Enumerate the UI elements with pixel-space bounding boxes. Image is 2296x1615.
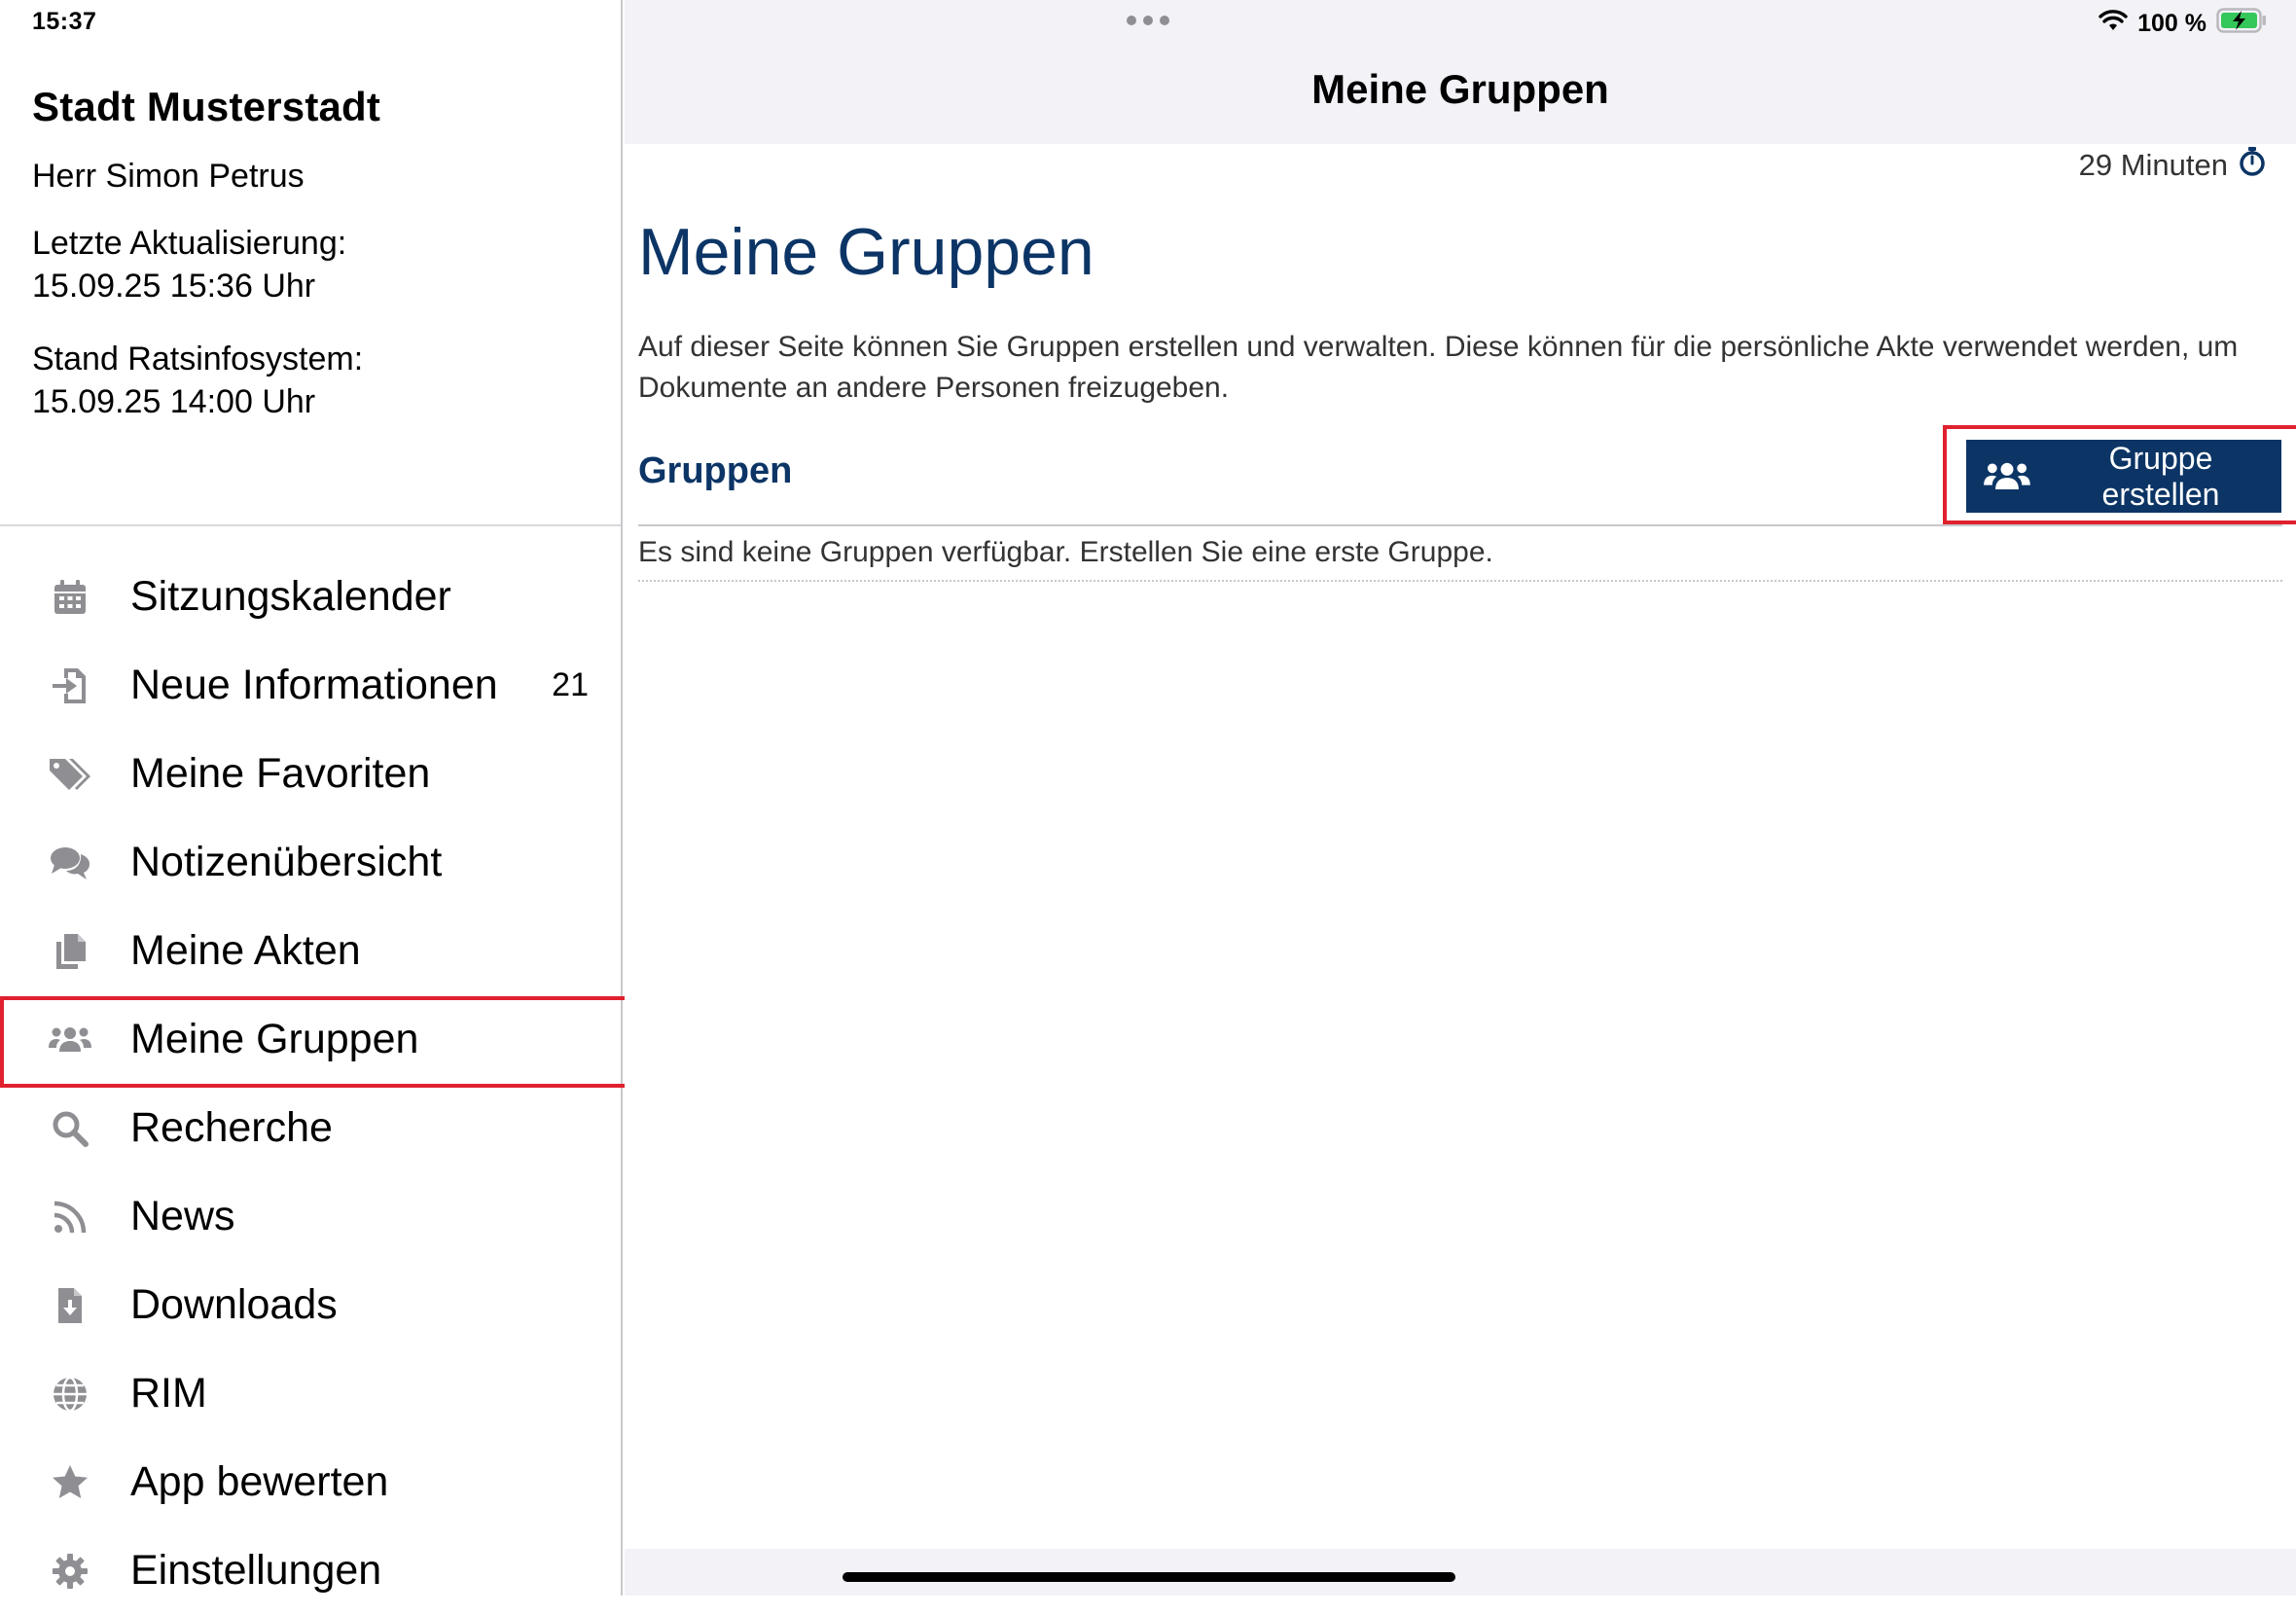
section-title: Gruppen: [638, 450, 793, 491]
gear-icon: [47, 1548, 93, 1595]
page-description: Auf dieser Seite können Sie Gruppen erst…: [638, 331, 2239, 404]
sidebar-item-app-bewerten[interactable]: App bewerten: [0, 1438, 621, 1526]
create-group-label: Gruppe erstellen: [2101, 440, 2220, 512]
ris-status-label: Stand Ratsinfosystem:: [32, 341, 364, 377]
section-divider: [638, 524, 2282, 526]
calendar-icon: [47, 574, 93, 621]
last-update-value: 15.09.25 15:36 Uhr: [32, 268, 316, 305]
star-icon: [47, 1459, 93, 1506]
sidebar-item-recherche[interactable]: Recherche: [0, 1084, 621, 1172]
status-indicators: 100 %: [2099, 8, 2267, 40]
sidebar-item-meine-favoriten[interactable]: Meine Favoriten: [0, 730, 621, 818]
sidebar-item-meine-akten[interactable]: Meine Akten: [0, 907, 621, 995]
org-name: Stadt Musterstadt: [32, 84, 381, 129]
session-timer-text: 29 Minuten: [2078, 148, 2228, 182]
session-timer: 29 Minuten: [2079, 146, 2267, 185]
sidebar-item-label: News: [130, 1193, 235, 1239]
sidebar-item-label: Notizenübersicht: [130, 839, 443, 885]
sidebar-item-label: RIM: [130, 1370, 207, 1417]
sidebar-item-einstellungen[interactable]: Einstellungen: [0, 1526, 621, 1615]
sidebar-item-meine-gruppen[interactable]: Meine Gruppen: [0, 995, 632, 1088]
create-group-button[interactable]: Gruppe erstellen: [1966, 440, 2281, 513]
stopwatch-icon: [2238, 146, 2267, 185]
main-content: 100 % Meine Gruppen 29 Minuten Meine Gru…: [625, 0, 2296, 1596]
battery-charging-icon: [2216, 8, 2267, 40]
users-icon: [47, 1017, 93, 1063]
file-download-icon: [47, 1282, 93, 1329]
sidebar-item-label: Einstellungen: [130, 1547, 382, 1594]
sidebar-item-sitzungskalender[interactable]: Sitzungskalender: [0, 553, 621, 641]
page-title: Meine Gruppen: [638, 215, 1094, 289]
status-time: 15:37: [32, 8, 97, 35]
navigation-header: 100 % Meine Gruppen: [625, 0, 2296, 144]
copy-icon: [47, 928, 93, 975]
sidebar-item-label: Neue Informationen: [130, 662, 498, 708]
home-indicator[interactable]: [843, 1572, 1455, 1582]
nav-header-title: Meine Gruppen: [1311, 66, 1609, 112]
ris-status-value: 15.09.25 14:00 Uhr: [32, 383, 316, 420]
rss-icon: [47, 1194, 93, 1240]
sidebar-item-label: Recherche: [130, 1104, 333, 1151]
ris-status-info: Stand Ratsinfosystem: 15.09.25 14:00 Uhr: [32, 338, 363, 423]
sidebar-item-label: Meine Favoriten: [130, 750, 431, 797]
globe-icon: [47, 1371, 93, 1418]
empty-state-divider: [638, 580, 2282, 582]
import-icon: [47, 663, 93, 709]
last-update-info: Letzte Aktualisierung: 15.09.25 15:36 Uh…: [32, 222, 346, 307]
sidebar-item-label: Downloads: [130, 1281, 338, 1328]
user-name: Herr Simon Petrus: [32, 158, 305, 195]
multitasking-dots-icon[interactable]: [1127, 16, 1169, 25]
bottom-bar: [625, 1549, 2296, 1596]
users-icon: [1982, 455, 2032, 498]
sidebar-item-news[interactable]: News: [0, 1172, 621, 1261]
battery-percentage: 100 %: [2137, 10, 2206, 37]
sidebar-item-label: Meine Akten: [130, 927, 361, 974]
sidebar-nav: Sitzungskalender Neue Informationen 21 M…: [0, 553, 632, 1615]
sidebar: 15:37 Stadt Musterstadt Herr Simon Petru…: [0, 0, 632, 1596]
sidebar-item-rim[interactable]: RIM: [0, 1349, 621, 1438]
sidebar-item-label: App bewerten: [130, 1458, 389, 1505]
last-update-label: Letzte Aktualisierung:: [32, 225, 347, 262]
unread-count-badge: 21: [552, 666, 589, 703]
empty-state-message: Es sind keine Gruppen verfügbar. Erstell…: [638, 536, 1493, 568]
sidebar-divider: [0, 524, 621, 526]
tags-icon: [47, 751, 93, 798]
search-icon: [47, 1105, 93, 1152]
wifi-icon: [2099, 9, 2128, 39]
sidebar-item-label: Sitzungskalender: [130, 573, 451, 620]
sidebar-item-notizenuebersicht[interactable]: Notizenübersicht: [0, 818, 621, 907]
sidebar-item-neue-informationen[interactable]: Neue Informationen 21: [0, 641, 621, 730]
sidebar-item-label: Meine Gruppen: [130, 1016, 419, 1062]
sidebar-item-downloads[interactable]: Downloads: [0, 1261, 621, 1349]
comments-icon: [47, 840, 93, 886]
